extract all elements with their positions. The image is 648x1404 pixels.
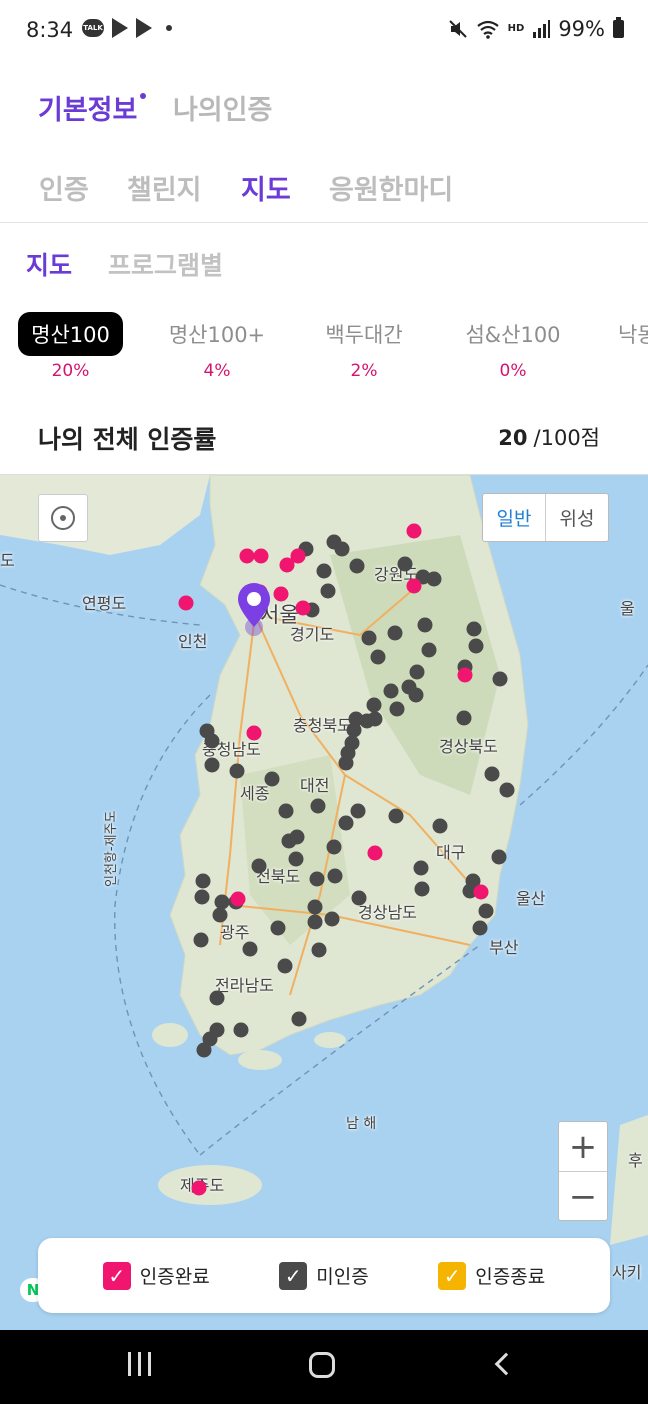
korea-map[interactable]: 도 연평도 인천 서울 경기도 강원도 울 충청북도 충청남도 세종 대전 경상…: [0, 474, 648, 1330]
map-label: 울산: [516, 889, 546, 908]
category-percent: 4%: [203, 361, 231, 381]
status-time: 8:34: [26, 18, 74, 42]
legend-label: 인증종료: [475, 1266, 546, 1288]
map-label: 전라남도: [215, 976, 274, 995]
legend-certified[interactable]: ✓ 인증완료: [102, 1261, 210, 1290]
map-label: 충청남도: [202, 740, 261, 759]
category-chip-island-mountain[interactable]: 섬&산100: [460, 312, 566, 356]
tab-my-certification[interactable]: 나의인증: [173, 88, 272, 127]
battery-icon: [613, 17, 624, 38]
tab-certification[interactable]: 인증: [39, 168, 89, 207]
play-store-icon: [112, 18, 128, 38]
map-label: 남 해: [346, 1116, 377, 1132]
overall-score: 20/100점: [498, 422, 600, 452]
current-location-button[interactable]: [38, 494, 88, 542]
map-label: 부산: [489, 938, 519, 957]
checkbox-checked-icon[interactable]: ✓: [102, 1261, 131, 1290]
zoom-out-button[interactable]: −: [559, 1172, 607, 1222]
view-tab-by-program[interactable]: 프로그램별: [108, 246, 223, 282]
category-percent: 2%: [350, 361, 378, 381]
map-label: 세종: [240, 784, 270, 803]
view-tab-map[interactable]: 지도: [26, 246, 72, 282]
tab-map[interactable]: 지도: [241, 168, 291, 207]
map-label: 경상북도: [439, 737, 498, 756]
map-label: 인천항-제주도: [104, 810, 119, 887]
wifi-icon: [476, 20, 499, 39]
island: [238, 1050, 282, 1070]
map-label: 대전: [300, 776, 330, 795]
zoom-control: + −: [558, 1121, 608, 1221]
mute-icon: [448, 20, 467, 38]
map-label: 광주: [220, 923, 250, 942]
map-label: 충청북도: [293, 716, 352, 735]
home-button[interactable]: [309, 1352, 335, 1378]
map-legend: ✓ 인증완료 ✓ 미인증 ✓ 인증종료: [38, 1238, 610, 1313]
score-total: /100점: [533, 426, 600, 450]
status-bar: 8:34 TALK HD 99%: [0, 0, 648, 62]
category-chip-baekdudaegan[interactable]: 백두대간: [318, 312, 410, 356]
map-label: 강원도: [374, 565, 419, 584]
island: [152, 1023, 188, 1047]
map-label: 전북도: [256, 867, 301, 886]
score-value: 20: [498, 426, 528, 450]
category-chip-100-mountains-plus[interactable]: 명산100+: [166, 312, 268, 356]
tab-cheer[interactable]: 응원한마디: [329, 168, 453, 207]
map-type-satellite[interactable]: 위성: [546, 494, 608, 541]
legend-ended[interactable]: ✓ 인증종료: [438, 1261, 546, 1290]
map-label: 대구: [436, 843, 466, 862]
map-type-normal[interactable]: 일반: [483, 494, 546, 541]
map-label: 경기도: [290, 625, 335, 644]
map-type-toggle[interactable]: 일반 위성: [482, 493, 609, 542]
system-status: HD 99%: [448, 17, 624, 41]
hd-voice-icon: HD: [507, 23, 525, 34]
checkbox-checked-icon[interactable]: ✓: [279, 1261, 308, 1290]
map-label: 연평도: [82, 594, 127, 613]
map-label: 인천: [178, 632, 208, 651]
category-chip-100-mountains[interactable]: 명산100: [18, 312, 123, 356]
map-label: 사키: [612, 1263, 642, 1282]
tabs-divider: [0, 222, 648, 223]
notification-icons: TALK: [82, 18, 172, 38]
category-chip-nakdong[interactable]: 낙동: [618, 312, 648, 356]
zoom-in-button[interactable]: +: [559, 1122, 607, 1172]
play-store-icon: [136, 18, 152, 38]
overall-rate-title: 나의 전체 인증률: [38, 425, 217, 454]
map-label: 경상남도: [358, 903, 417, 922]
map-label: 제주도: [180, 1176, 225, 1195]
kakaotalk-icon: TALK: [82, 19, 104, 37]
legend-label: 미인증: [316, 1266, 369, 1288]
map-label: 울: [620, 599, 635, 618]
north-land: [0, 475, 210, 555]
map-label: 도: [0, 551, 15, 570]
crosshair-icon: [51, 506, 75, 530]
battery-percent: 99%: [558, 17, 605, 41]
tab-basic-info[interactable]: 기본정보: [38, 88, 137, 127]
system-nav-bar: [0, 1330, 648, 1404]
more-notifications-icon: [166, 25, 172, 31]
legend-uncertified[interactable]: ✓ 미인증: [279, 1261, 369, 1290]
new-badge-dot: [140, 93, 146, 99]
back-button[interactable]: [494, 1352, 518, 1376]
island: [314, 1032, 346, 1048]
checkbox-checked-icon[interactable]: ✓: [438, 1261, 467, 1290]
signal-icon: [533, 20, 551, 38]
legend-label: 인증완료: [139, 1266, 210, 1288]
tab-challenge[interactable]: 챌린지: [127, 168, 202, 207]
category-percent: 20%: [51, 361, 90, 381]
map-label: 후: [628, 1151, 643, 1170]
recent-apps-button[interactable]: [128, 1352, 151, 1376]
japan-land: [610, 1115, 648, 1245]
category-percent: 0%: [499, 361, 527, 381]
